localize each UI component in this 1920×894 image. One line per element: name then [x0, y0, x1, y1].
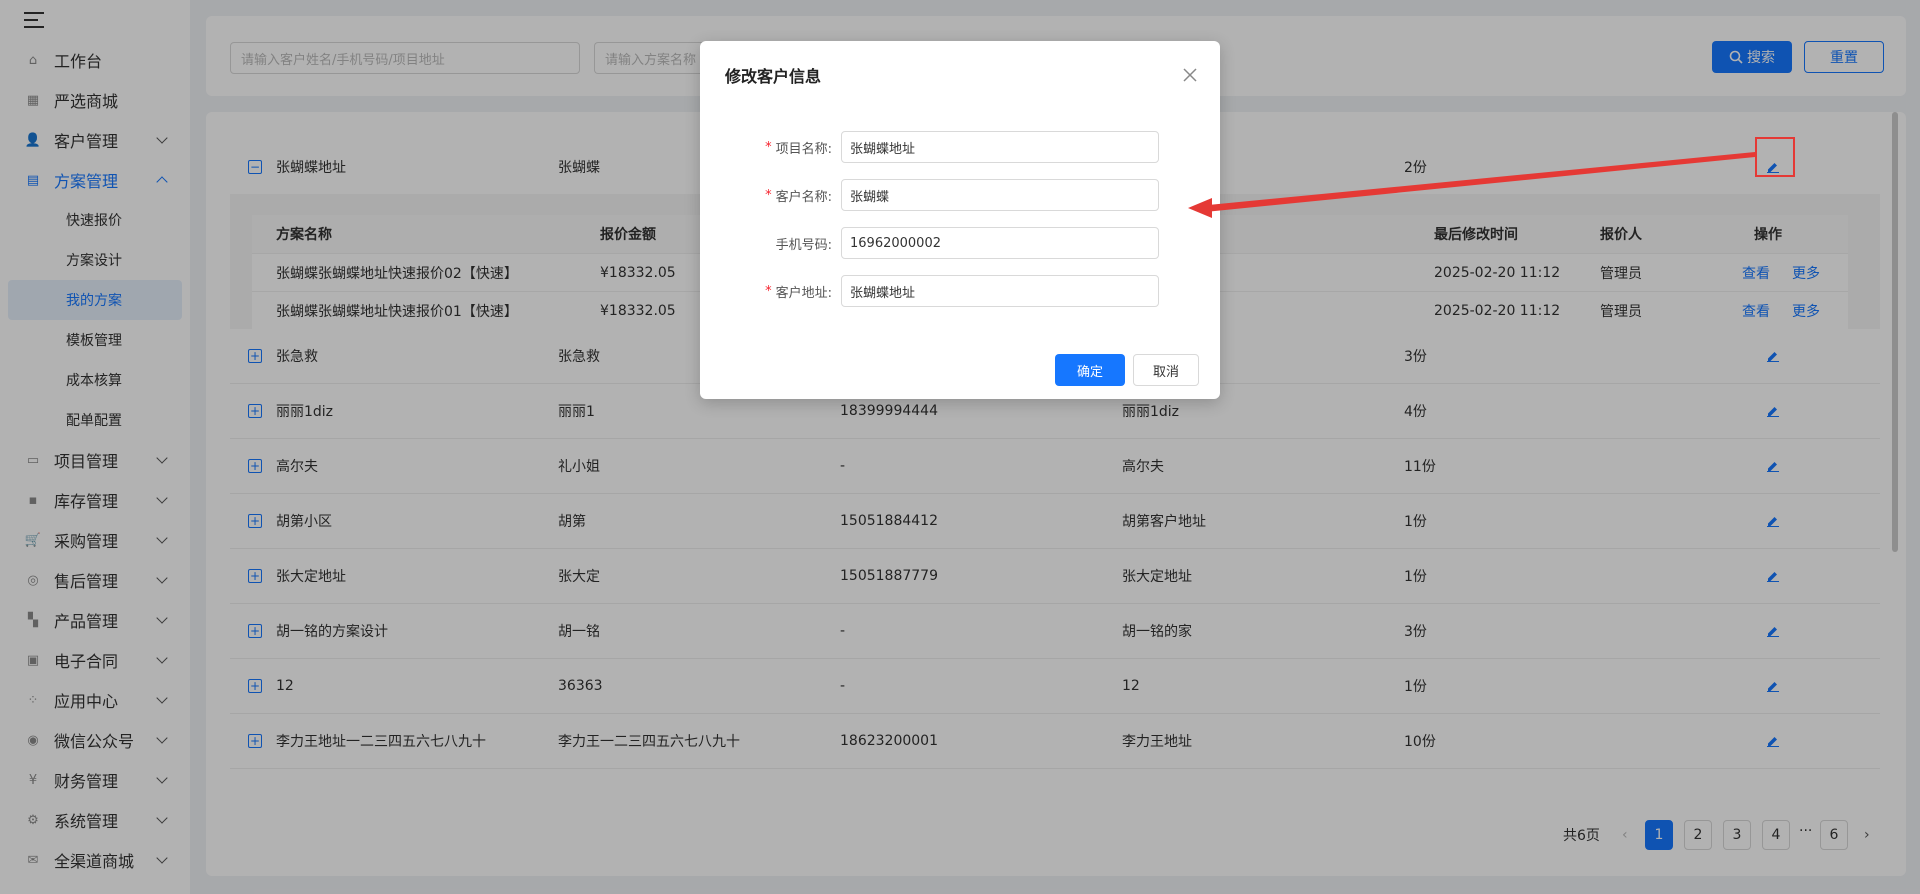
- annotation-highlight-box: [1755, 137, 1795, 177]
- form-row-phone: 手机号码: 16962000002: [700, 227, 1220, 259]
- project-name-label: * 项目名称:: [765, 131, 832, 163]
- dialog-title: 修改客户信息: [725, 67, 822, 86]
- form-row-address: * 客户地址: 张蝴蝶地址: [700, 275, 1220, 307]
- required-mark: *: [765, 283, 772, 299]
- phone-input[interactable]: 16962000002: [841, 227, 1159, 259]
- confirm-button[interactable]: 确定: [1055, 354, 1125, 386]
- phone-label: 手机号码:: [776, 227, 832, 259]
- form-row-project: * 项目名称: 张蝴蝶地址: [700, 131, 1220, 163]
- label-text: 手机号码:: [775, 237, 832, 253]
- form-row-customer: * 客户名称: 张蝴蝶: [700, 179, 1220, 211]
- address-label: * 客户地址:: [765, 275, 832, 307]
- cancel-button[interactable]: 取消: [1133, 354, 1199, 386]
- close-icon[interactable]: [1182, 67, 1198, 83]
- edit-customer-dialog: 修改客户信息 * 项目名称: 张蝴蝶地址 * 客户名称: 张蝴蝶 手机号码: 169…: [700, 41, 1220, 399]
- address-input[interactable]: 张蝴蝶地址: [841, 275, 1159, 307]
- customer-name-label: * 客户名称:: [765, 179, 832, 211]
- required-mark: *: [765, 187, 772, 203]
- label-text: 项目名称:: [775, 141, 832, 157]
- required-mark: *: [765, 139, 772, 155]
- customer-name-input[interactable]: 张蝴蝶: [841, 179, 1159, 211]
- project-name-input[interactable]: 张蝴蝶地址: [841, 131, 1159, 163]
- label-text: 客户名称:: [775, 189, 832, 205]
- label-text: 客户地址:: [775, 285, 832, 301]
